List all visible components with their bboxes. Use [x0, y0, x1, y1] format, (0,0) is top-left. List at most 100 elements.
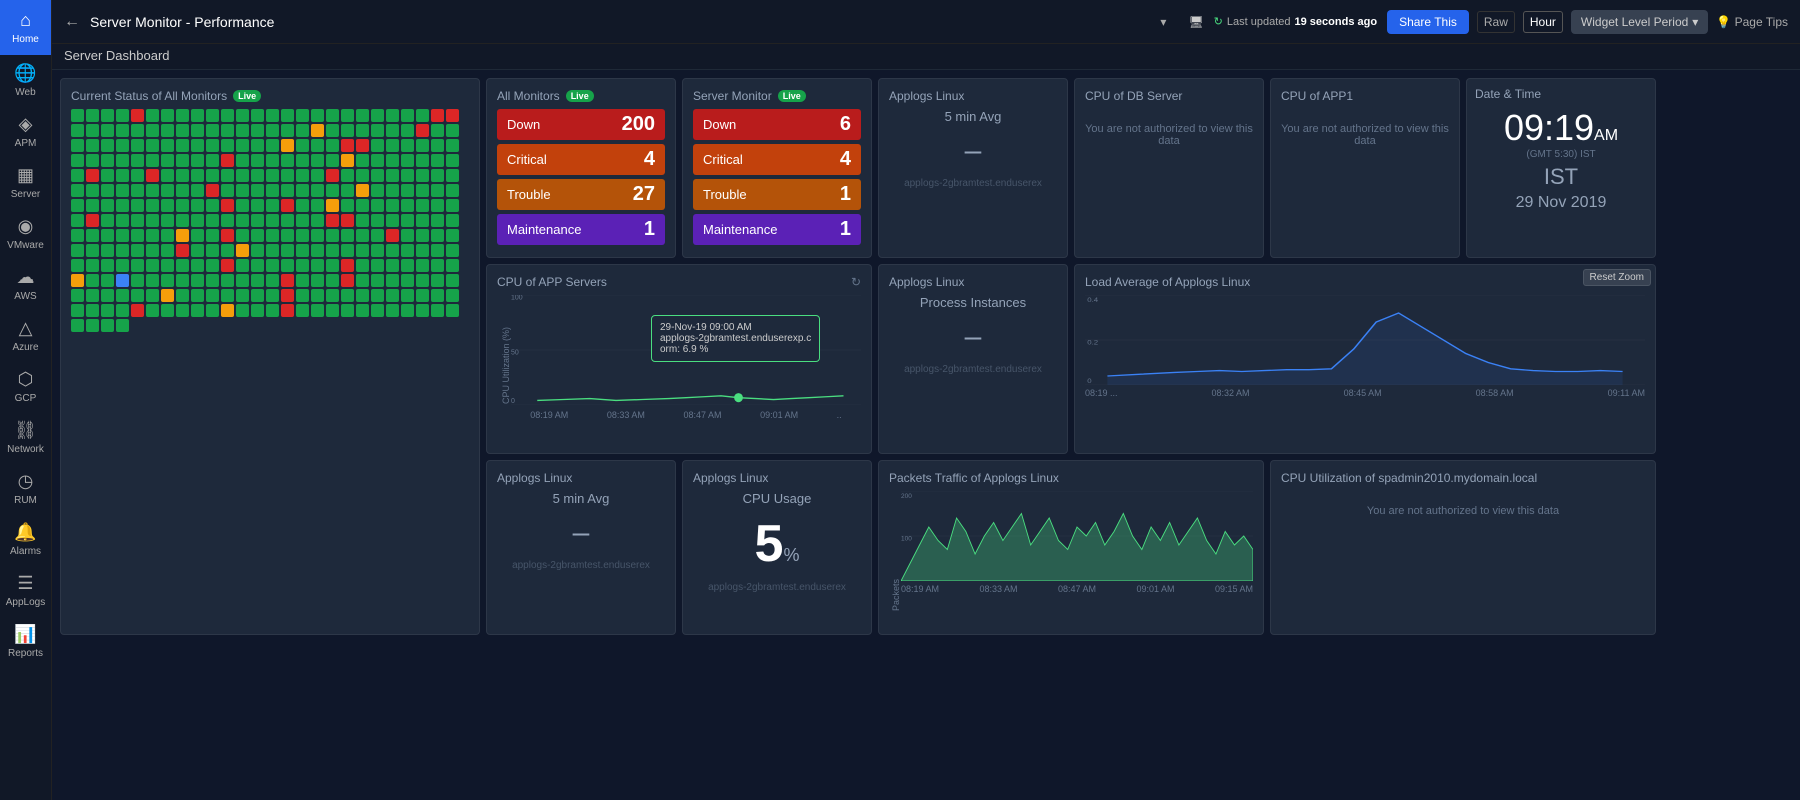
status-dot — [431, 304, 444, 317]
status-dot — [71, 199, 84, 212]
cpu-spadmin-auth: You are not authorized to view this data — [1281, 505, 1645, 517]
status-dot — [386, 244, 399, 257]
period-button[interactable]: Widget Level Period ▾ — [1571, 10, 1708, 34]
status-dot — [356, 289, 369, 302]
title-dropdown[interactable]: ▾ — [1160, 15, 1166, 29]
status-dot — [161, 274, 174, 287]
trouble-row[interactable]: Trouble 27 — [497, 179, 665, 210]
packets-x-axis: 08:19 AM 08:33 AM 08:47 AM 09:01 AM 09:1… — [901, 584, 1253, 594]
status-dot — [296, 184, 309, 197]
status-dot — [71, 184, 84, 197]
status-dot — [266, 274, 279, 287]
status-dot — [86, 214, 99, 227]
status-dot — [116, 304, 129, 317]
hour-button[interactable]: Hour — [1523, 11, 1563, 33]
status-dot — [416, 229, 429, 242]
status-dot — [431, 199, 444, 212]
sidebar-item-vmware[interactable]: ◉ VMware — [0, 208, 51, 259]
status-dot — [161, 199, 174, 212]
status-dot — [131, 289, 144, 302]
maintenance-row[interactable]: Maintenance 1 — [497, 214, 665, 245]
status-dot — [206, 169, 219, 182]
back-button[interactable]: ← — [64, 13, 80, 31]
critical-row[interactable]: Critical 4 — [497, 144, 665, 175]
cpu-unit: % — [783, 545, 799, 565]
y-axis-label: CPU Utilization (%) — [497, 295, 511, 435]
status-dot — [341, 139, 354, 152]
applogs-avg-subtitle: 5 min Avg — [889, 109, 1057, 124]
page-tips-button[interactable]: 💡 Page Tips — [1716, 15, 1788, 29]
status-dot — [326, 154, 339, 167]
status-dot — [356, 199, 369, 212]
applogs-process-title: Applogs Linux — [889, 275, 1057, 289]
status-dot — [296, 304, 309, 317]
last-updated: ↻ Last updated 19 seconds ago — [1214, 15, 1377, 28]
raw-button[interactable]: Raw — [1477, 11, 1515, 33]
status-dot — [191, 184, 204, 197]
status-dot — [281, 274, 294, 287]
share-button[interactable]: Share This — [1387, 10, 1469, 34]
refresh-button[interactable]: ↻ — [851, 275, 861, 289]
status-dot — [251, 124, 264, 137]
period-label: Widget Level Period — [1581, 15, 1688, 29]
status-dot — [131, 184, 144, 197]
status-dot — [296, 169, 309, 182]
sm-maintenance-row[interactable]: Maintenance 1 — [693, 214, 861, 245]
sidebar-item-alarms[interactable]: 🔔 Alarms — [0, 514, 51, 565]
gmt-display: (GMT 5:30) IST — [1475, 149, 1647, 160]
status-dot — [251, 304, 264, 317]
sidebar-item-azure[interactable]: △ Azure — [0, 310, 51, 361]
status-dot — [416, 124, 429, 137]
sidebar-item-apm[interactable]: ◈ APM — [0, 106, 51, 157]
sidebar-item-gcp[interactable]: ⬡ GCP — [0, 361, 51, 412]
applogs-avg-footer: applogs-2gbramtest.enduserex — [889, 178, 1057, 189]
sm-down-row[interactable]: Down 6 — [693, 109, 861, 140]
sm-maintenance-label: Maintenance — [703, 222, 777, 237]
status-dot — [401, 184, 414, 197]
status-dot — [116, 139, 129, 152]
sidebar-item-home[interactable]: ⌂ Home — [0, 0, 51, 55]
status-dot — [371, 214, 384, 227]
sidebar-item-server[interactable]: ▦ Server — [0, 157, 51, 208]
status-dot — [371, 229, 384, 242]
sm-trouble-label: Trouble — [703, 187, 747, 202]
status-dot — [86, 274, 99, 287]
sm-trouble-row[interactable]: Trouble 1 — [693, 179, 861, 210]
status-dot — [251, 199, 264, 212]
date-display: 29 Nov 2019 — [1475, 194, 1647, 212]
timezone-display: IST — [1475, 164, 1647, 190]
reset-zoom-button[interactable]: Reset Zoom — [1583, 269, 1651, 286]
status-dot — [71, 259, 84, 272]
status-dot — [191, 229, 204, 242]
status-dot — [341, 259, 354, 272]
down-row[interactable]: Down 200 — [497, 109, 665, 140]
azure-icon: △ — [19, 318, 33, 339]
sidebar-item-reports[interactable]: 📊 Reports — [0, 616, 51, 667]
status-dot — [176, 289, 189, 302]
svg-text:0: 0 — [511, 397, 515, 405]
sidebar-item-applogs[interactable]: ☰ AppLogs — [0, 565, 51, 616]
sidebar-item-web[interactable]: 🌐 Web — [0, 55, 51, 106]
status-dot — [131, 109, 144, 122]
status-dot — [101, 319, 114, 332]
status-dot — [146, 304, 159, 317]
status-dot — [236, 229, 249, 242]
sidebar-item-network[interactable]: ⛓ Network — [0, 412, 51, 463]
gcp-icon: ⬡ — [18, 369, 34, 390]
packets-traffic-title: Packets Traffic of Applogs Linux — [889, 471, 1253, 485]
sidebar-item-aws[interactable]: ☁ AWS — [0, 259, 51, 310]
status-dot — [176, 229, 189, 242]
status-dot — [101, 289, 114, 302]
status-dot — [446, 304, 459, 317]
status-dot — [446, 259, 459, 272]
datetime-title: Date & Time — [1475, 87, 1647, 101]
status-dot — [446, 154, 459, 167]
applogs-process-value: – — [889, 320, 1057, 354]
status-dot — [266, 214, 279, 227]
status-dot — [386, 139, 399, 152]
status-dot — [416, 289, 429, 302]
status-dot — [161, 304, 174, 317]
status-dot — [86, 109, 99, 122]
sidebar-item-rum[interactable]: ◷ RUM — [0, 463, 51, 514]
sm-critical-row[interactable]: Critical 4 — [693, 144, 861, 175]
